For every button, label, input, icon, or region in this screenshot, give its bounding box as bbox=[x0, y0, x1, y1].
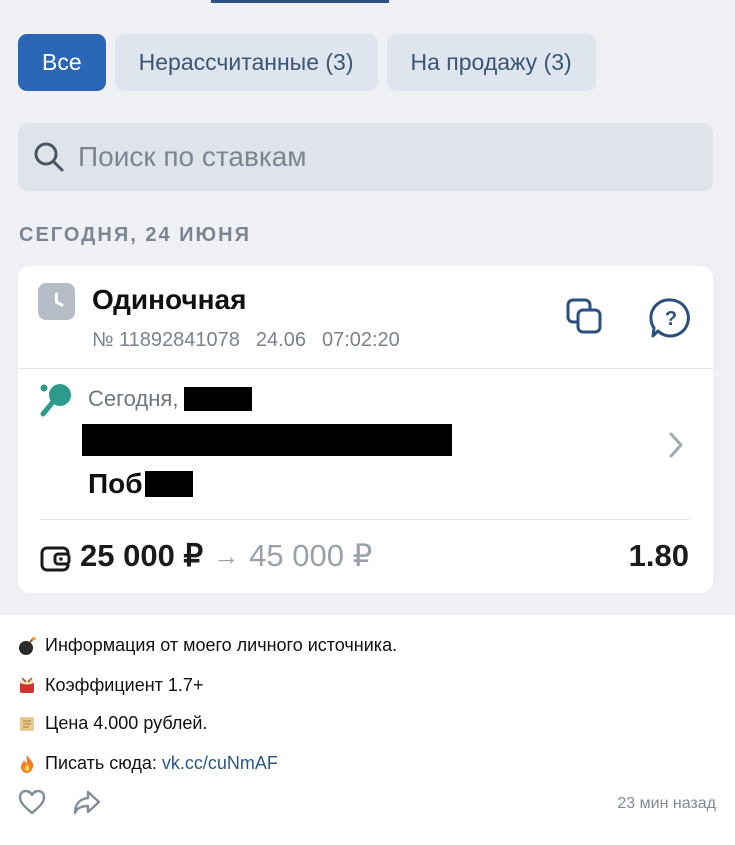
scroll-icon bbox=[20, 716, 34, 731]
filter-tabs: Все Нерассчитанные (3) На продажу (3) bbox=[18, 34, 596, 91]
post-line-4: Писать сюда: vk.cc/cuNmAF bbox=[17, 753, 278, 774]
event-date: Сегодня, bbox=[88, 386, 253, 412]
chevron-right-icon[interactable] bbox=[666, 430, 686, 460]
post-line-2: Коэффициент 1.7+ bbox=[17, 675, 203, 696]
tab-for-sale[interactable]: На продажу (3) bbox=[386, 34, 596, 91]
table-tennis-icon bbox=[40, 384, 71, 417]
bet-time: 07:02:20 bbox=[321, 329, 400, 351]
redacted-block bbox=[184, 387, 253, 411]
drum-icon bbox=[20, 676, 34, 693]
post-text: Писать сюда: vk.cc/cuNmAF bbox=[45, 753, 278, 774]
post-line-1: Информация от моего личного источника. bbox=[17, 635, 397, 656]
fire-icon bbox=[21, 754, 34, 773]
search-input[interactable] bbox=[78, 141, 678, 173]
screenshot-area: Все Нерассчитанные (3) На продажу (3) СЕ… bbox=[0, 0, 735, 615]
heart-icon[interactable] bbox=[17, 787, 47, 817]
card-divider bbox=[18, 368, 713, 369]
redacted-event-name bbox=[82, 424, 452, 456]
payout-amount: 45 000 ₽ bbox=[249, 538, 373, 573]
stake-row: 25 000 ₽ → 45 000 ₽ bbox=[80, 538, 372, 574]
outcome-label: Поб bbox=[88, 468, 143, 499]
bet-type: Одиночная bbox=[92, 284, 247, 315]
post-timestamp: 23 мин назад bbox=[617, 795, 716, 812]
date-header: СЕГОДНЯ, 24 ИЮНЯ bbox=[19, 224, 251, 246]
wallet-icon bbox=[40, 546, 71, 572]
odds-value: 1.80 bbox=[628, 538, 689, 573]
bet-number: № 11892841078 bbox=[92, 329, 240, 351]
bomb-icon bbox=[19, 636, 36, 655]
help-icon[interactable]: ? bbox=[649, 296, 693, 340]
bet-date: 24.06 bbox=[255, 329, 306, 351]
post-text: Цена 4.000 рублей. bbox=[45, 713, 208, 733]
tab-unsettled[interactable]: Нерассчитанные (3) bbox=[114, 34, 378, 91]
tab-all[interactable]: Все bbox=[18, 34, 106, 91]
arrow-icon: → bbox=[213, 540, 240, 571]
event-date-label: Сегодня, bbox=[88, 386, 179, 411]
clock-icon bbox=[38, 283, 75, 320]
stake-amount: 25 000 ₽ bbox=[80, 538, 204, 573]
share-icon[interactable] bbox=[72, 787, 102, 817]
outcome: Поб bbox=[88, 468, 193, 500]
active-tab-indicator bbox=[211, 0, 389, 3]
post-text: Коэффициент 1.7+ bbox=[45, 675, 204, 695]
search-bar[interactable] bbox=[18, 123, 713, 191]
search-icon bbox=[34, 142, 64, 172]
contact-link[interactable]: vk.cc/cuNmAF bbox=[162, 753, 278, 773]
redacted-block bbox=[144, 471, 193, 497]
post-text: Информация от моего личного источника. bbox=[45, 635, 398, 655]
post-line-3: Цена 4.000 рублей. bbox=[17, 713, 207, 734]
post-text-prefix: Писать сюда: bbox=[45, 753, 162, 773]
copy-icon[interactable] bbox=[564, 296, 608, 340]
bet-meta: № 11892841078 24.06 07:02:20 bbox=[92, 329, 400, 352]
post-body: Информация от моего личного источника. К… bbox=[0, 615, 735, 845]
svg-text:?: ? bbox=[665, 308, 677, 330]
bet-card[interactable]: Одиночная № 11892841078 24.06 07:02:20 ? bbox=[18, 266, 713, 593]
card-divider bbox=[40, 519, 690, 520]
